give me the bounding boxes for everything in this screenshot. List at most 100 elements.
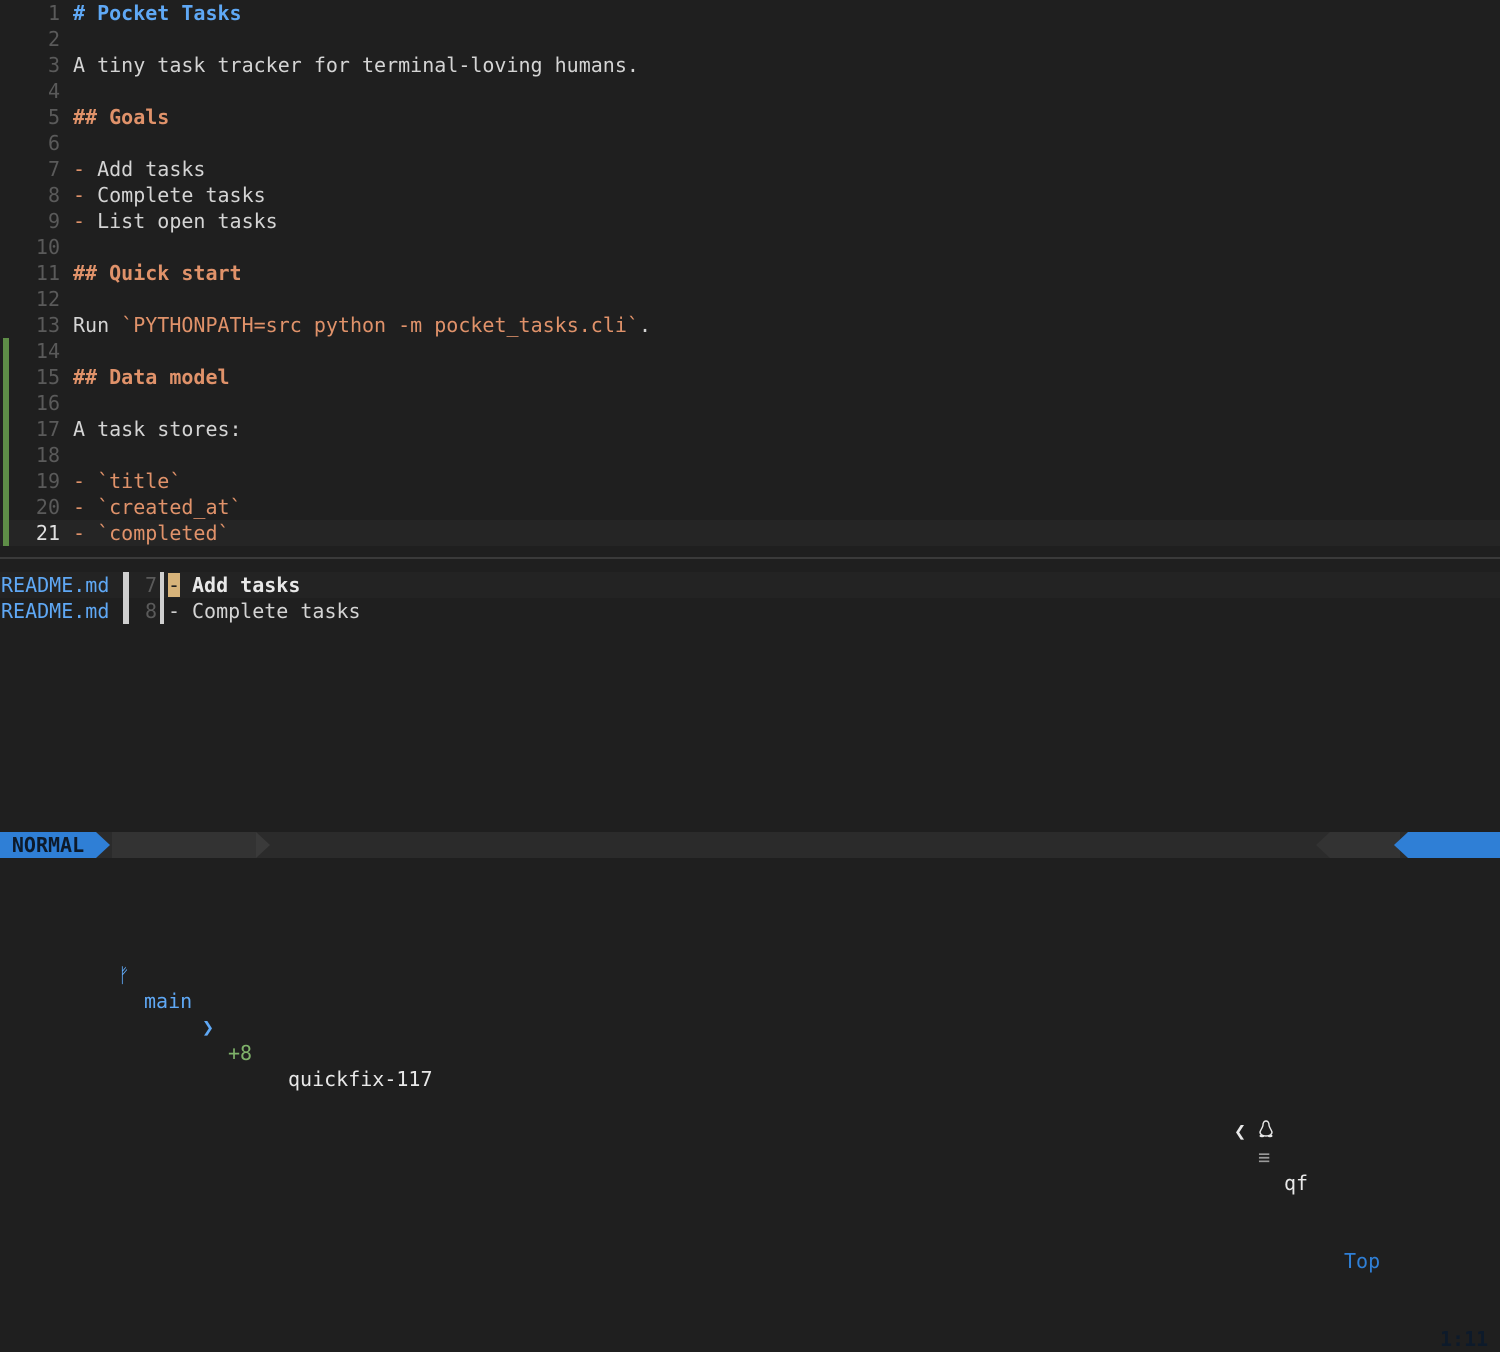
quickfix-separator [160,598,164,624]
plain-text: Run [73,313,122,337]
line-text: - Add tasks [73,156,205,182]
editor-line[interactable]: 1 # Pocket Tasks [0,0,1500,26]
git-added-sign [3,442,9,468]
line-number: 8 [47,183,60,207]
syntax-bullet: - [73,495,98,519]
line-text: # Pocket Tasks [73,0,242,26]
line-text: A tiny task tracker for terminal-loving … [73,52,639,78]
filetype-icon: ≡ [1258,1145,1271,1169]
quickfix-separator [160,572,164,598]
editor-line[interactable]: 8 - Complete tasks [0,182,1500,208]
line-number: 18 [35,443,60,467]
chevron-right-icon: ❯ [202,1015,215,1039]
command-line[interactable] [0,858,1500,885]
editor-line[interactable]: 6 [0,130,1500,156]
line-text: Run `PYTHONPATH=src python -m pocket_tas… [73,312,651,338]
syntax-h2: ## Quick start [73,261,242,285]
git-added-sign [3,416,9,442]
quickfix-filename: README.md [1,599,110,623]
quickfix-text: Add tasks [192,573,301,597]
git-added-sign [3,468,9,494]
line-text: A task stores: [73,416,242,442]
editor-line[interactable]: 19- `title` [0,468,1500,494]
git-added-sign [3,338,9,364]
plain-text: Add tasks [97,157,206,181]
quickfix-text: Complete tasks [192,599,361,623]
syntax-bullet: - [73,469,98,493]
mode-indicator: NORMAL [0,832,96,858]
line-text: ## Data model [73,364,230,390]
quickfix-filename: README.md [1,573,110,597]
syntax-bullet: - [73,157,98,181]
cursor-segment-separator [1394,832,1408,858]
line-number: 9 [47,209,60,233]
plain-text: List open tasks [97,209,278,233]
editor-line[interactable]: 5 ## Goals [0,104,1500,130]
editor-pane[interactable]: 1 # Pocket Tasks 2 3 A tiny task tracker for… [0,0,1500,556]
line-number: 10 [35,235,60,259]
syntax-h2: ## Goals [73,105,170,129]
editor-line[interactable]: 3 A tiny task tracker for terminal-loving… [0,52,1500,78]
scroll-position: Top [1344,1249,1381,1273]
git-added-sign [3,520,9,546]
plain-text: . [638,313,651,337]
editor-line[interactable]: 21- `completed` [0,520,1500,546]
line-number: 20 [35,495,60,519]
editor-line[interactable]: 13 Run `PYTHONPATH=src python -m pocket_t… [0,312,1500,338]
editor-line[interactable]: 20- `created_at` [0,494,1500,520]
line-text: - `created_at` [73,494,242,520]
syntax-code: `PYTHONPATH=src python -m pocket_tasks.c… [121,313,639,337]
syntax-bullet: - [73,209,98,233]
line-text: - Complete tasks [73,182,266,208]
syntax-h1: # Pocket Tasks [73,1,242,25]
syntax-code: `created_at` [97,495,242,519]
editor-line[interactable]: 2 [0,26,1500,52]
git-branch-icon: ᚠ [118,963,130,987]
git-segment [112,832,256,858]
editor-line[interactable]: 12 [0,286,1500,312]
line-number: 21 [35,521,60,545]
editor-line[interactable]: 15 ## Data model [0,364,1500,390]
plain-text: Complete tasks [97,183,266,207]
editor-line[interactable]: 14 [0,338,1500,364]
editor-line[interactable]: 9- List open tasks [0,208,1500,234]
line-text: - List open tasks [73,208,278,234]
chevron-left-icon: ❮ [1234,1119,1247,1143]
line-text: - `completed` [73,520,230,546]
git-segment-separator [256,832,270,858]
syntax-h2: ## Data model [73,365,230,389]
mode-separator [96,832,110,858]
quickfix-list[interactable]: README.md 7- Add tasks README.md 8- Complete … [0,572,1500,830]
quickfix-item[interactable]: README.md 8- Complete tasks [0,598,1500,624]
editor-line[interactable]: 17 A task stores: [0,416,1500,442]
window-divider[interactable] [0,557,1500,559]
syntax-bullet: - [73,521,98,545]
quickfix-item[interactable]: README.md 7- Add tasks [0,572,1500,598]
line-text: ## Goals [73,104,169,130]
line-number: 3 [47,53,60,77]
quickfix-line-number: 7 [144,573,157,597]
git-diff-count: +8 [228,1041,253,1065]
filetype: qf [1284,1171,1309,1195]
line-number: 11 [35,261,60,285]
editor-line[interactable]: 7- Add tasks [0,156,1500,182]
editor-line[interactable]: 11 ## Quick start [0,260,1500,286]
line-number: 15 [35,365,60,389]
syntax-code: `title` [97,469,182,493]
scroll-segment [1330,832,1400,858]
line-text: - `title` [73,468,181,494]
editor-line[interactable]: 10 [0,234,1500,260]
editor-line[interactable]: 16 [0,390,1500,416]
line-number: 2 [47,27,60,51]
quickfix-separator [123,572,129,598]
editor-line[interactable]: 18 [0,442,1500,468]
quickfix-mark: - [168,573,181,597]
quickfix-line-number: 8 [144,599,157,623]
quickfix-mark: - [168,599,181,623]
syntax-code: `completed` [97,521,230,545]
line-number: 13 [35,313,60,337]
cursor-position: 1:11 [1440,1327,1489,1351]
editor-line[interactable]: 4 [0,78,1500,104]
plain-text: A tiny task tracker for terminal-loving … [73,53,639,77]
statusline: NORMAL ᚠ main ❯ +8 quickfix-117 ❮ ≡ qf T… [0,832,1500,1351]
